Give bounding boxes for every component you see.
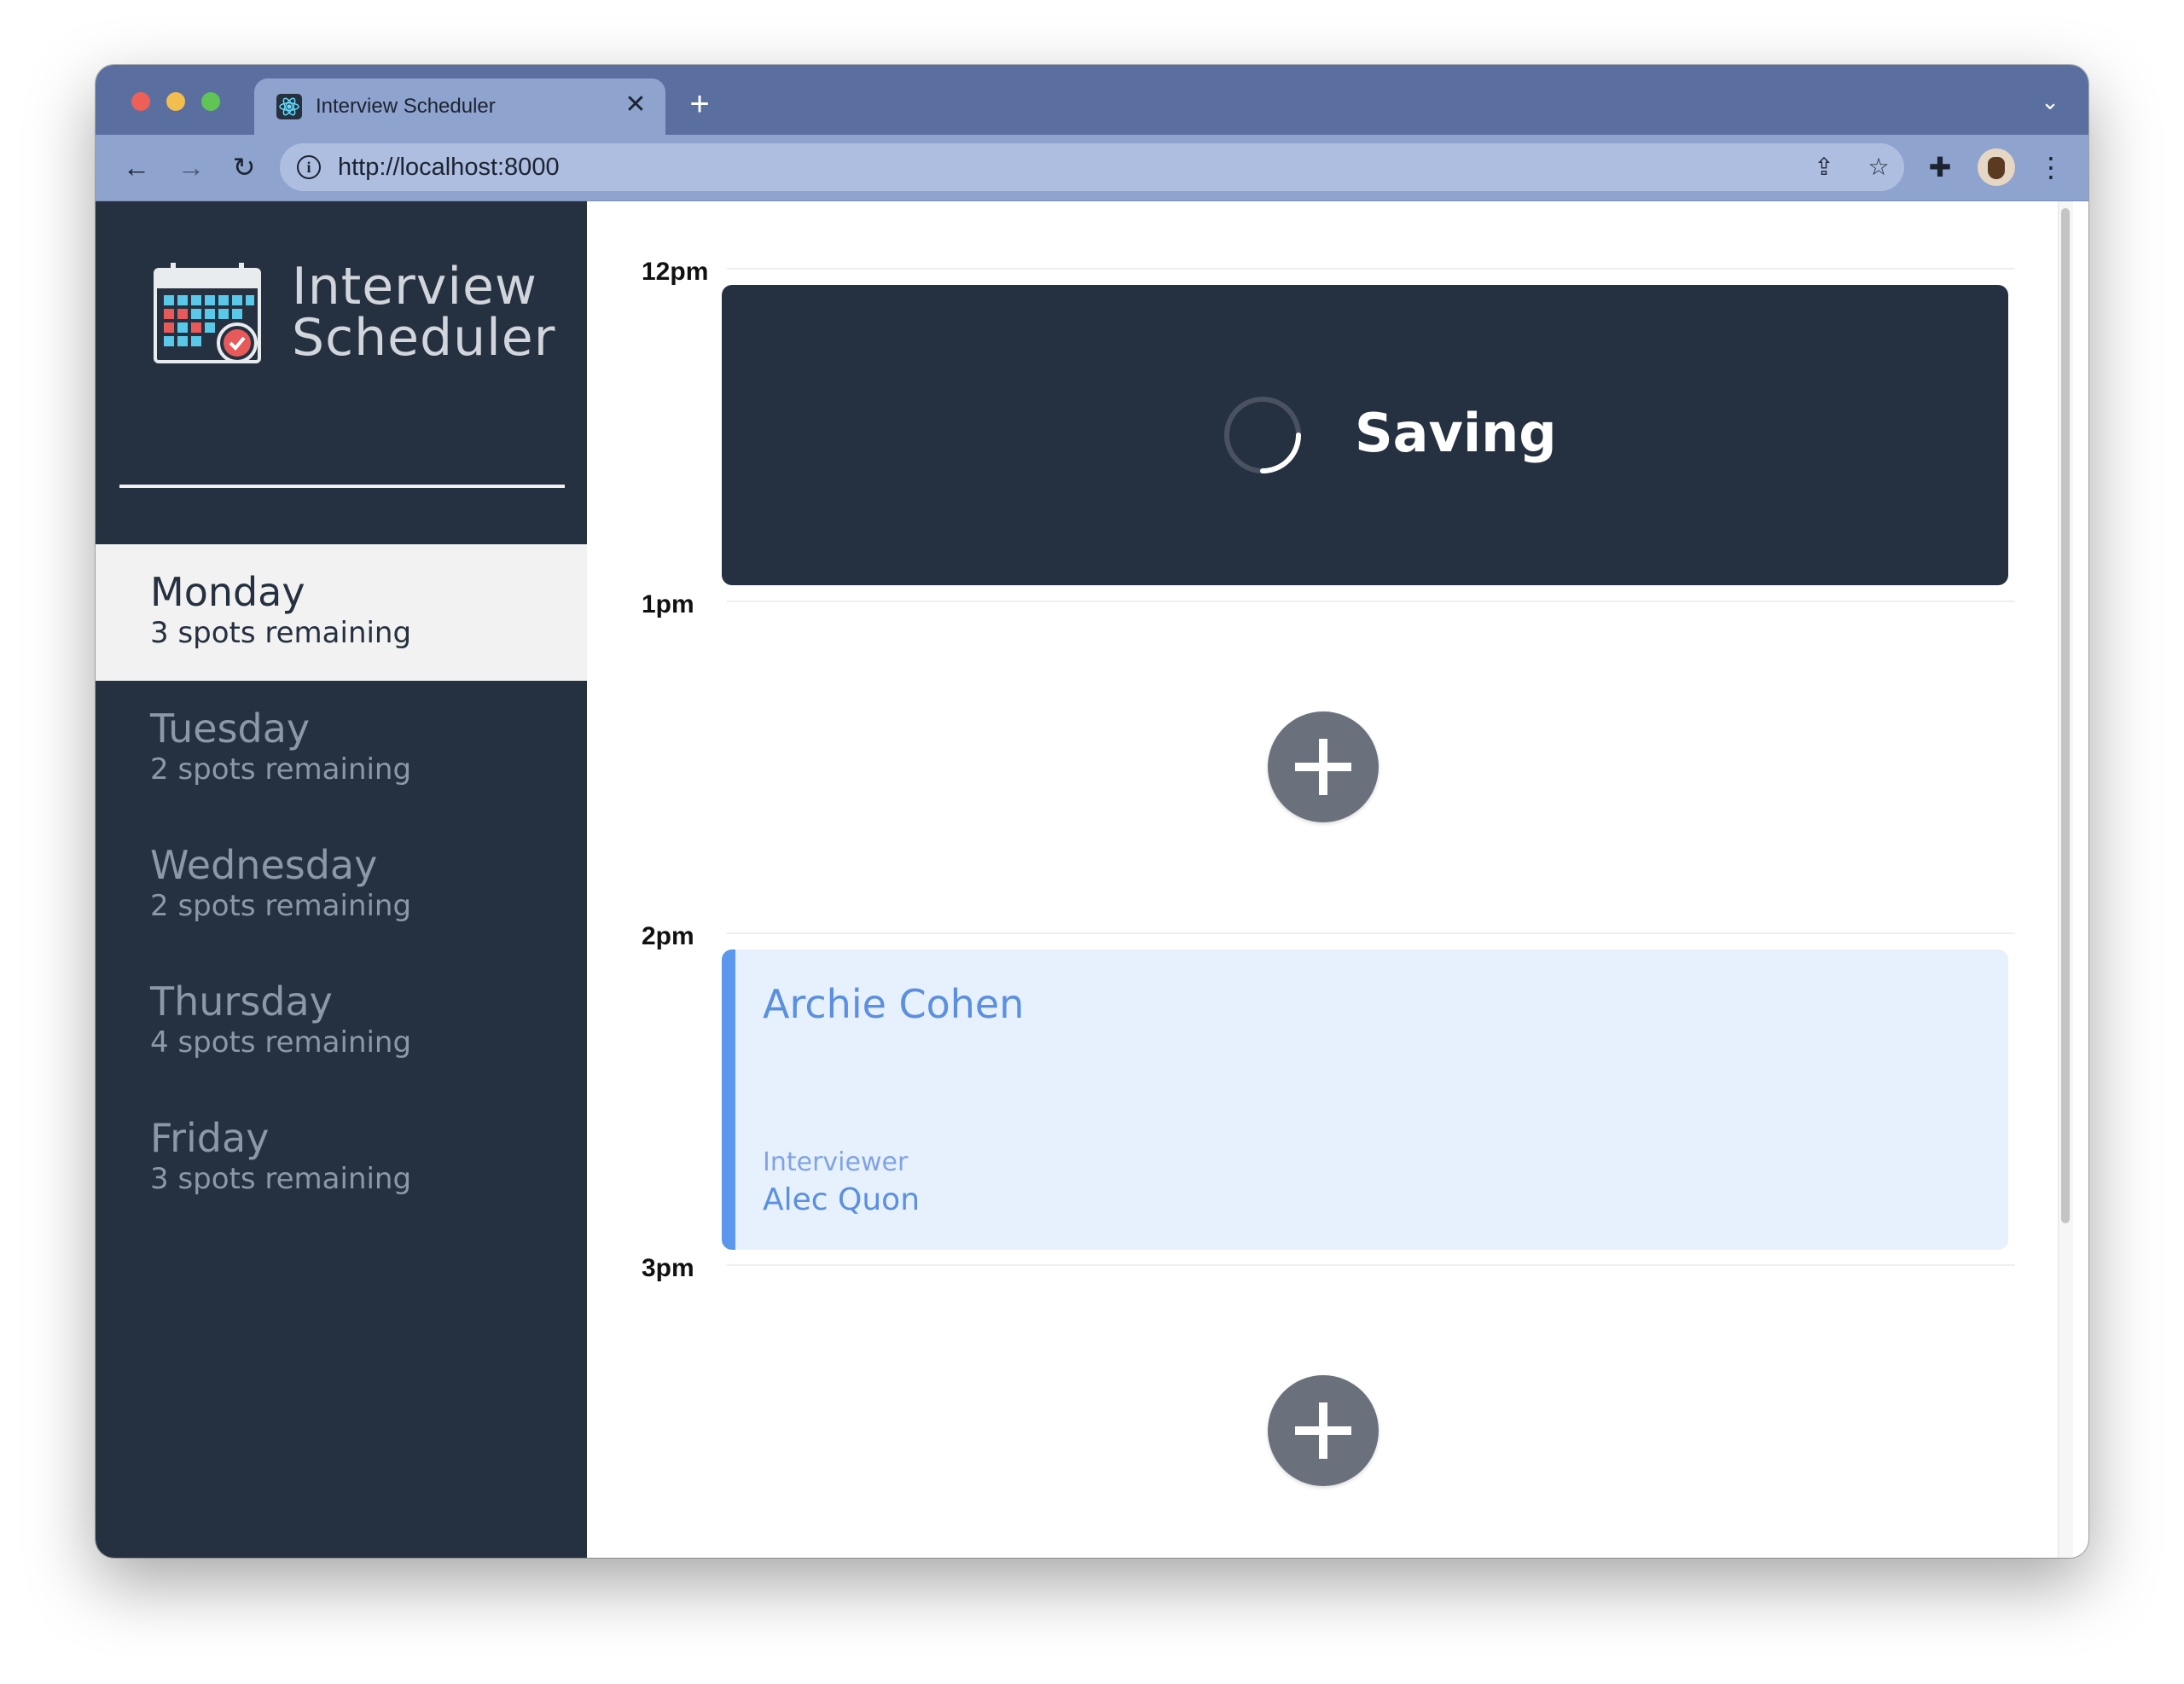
slot-separator	[727, 1264, 2015, 1266]
logo-line-1: Interview	[292, 257, 537, 316]
plus-icon-stroke	[1319, 1402, 1327, 1459]
slot-separator	[727, 601, 2015, 602]
appointment-slot-2pm: 2pm Archie Cohen Interviewer Alec Quon	[587, 922, 2058, 1265]
address-bar[interactable]: i http://localhost:8000 ⇪ ☆	[280, 143, 1904, 191]
minimize-window-button[interactable]	[166, 92, 185, 111]
tab-interview-scheduler[interactable]: Interview Scheduler ✕	[254, 78, 665, 135]
day-item-wednesday[interactable]: Wednesday 2 spots remaining	[96, 817, 587, 954]
zoom-window-button[interactable]	[201, 92, 220, 111]
browser-window: Interview Scheduler ✕ + ⌄ ← → ↻ i http:/…	[96, 65, 2088, 1558]
close-window-button[interactable]	[131, 92, 150, 111]
browser-toolbar: ← → ↻ i http://localhost:8000 ⇪ ☆ ✚ ⋮	[96, 135, 2088, 201]
appointment-slot-1pm: 1pm	[587, 590, 2058, 933]
day-spots: 3 spots remaining	[150, 616, 412, 650]
booked-appointment-card[interactable]: Archie Cohen Interviewer Alec Quon	[722, 949, 2008, 1250]
sidebar-divider	[119, 485, 565, 488]
schedule: 12pm Saving 1pm 2pm Archie Cohen Intervi…	[587, 201, 2073, 1558]
spinner-icon	[1222, 394, 1304, 476]
appointment-accent-bar	[722, 949, 735, 1250]
back-icon[interactable]: ←	[118, 148, 155, 186]
day-spots: 3 spots remaining	[150, 1162, 412, 1196]
slot-time: 12pm	[642, 258, 709, 286]
slot-time: 1pm	[642, 590, 694, 618]
slot-separator	[727, 932, 2015, 934]
day-item-thursday[interactable]: Thursday 4 spots remaining	[96, 954, 587, 1090]
profile-avatar[interactable]	[1978, 148, 2015, 186]
scrollbar-thumb[interactable]	[2061, 208, 2070, 1223]
sidebar: Interview Scheduler Monday 3 spots remai…	[96, 201, 587, 1558]
day-name: Tuesday	[150, 706, 311, 752]
student-name: Archie Cohen	[763, 981, 1025, 1027]
tab-search-chevron-icon[interactable]: ⌄	[2037, 89, 2063, 114]
plus-icon-stroke	[1319, 739, 1327, 795]
day-item-monday[interactable]: Monday 3 spots remaining	[96, 544, 587, 681]
new-tab-button[interactable]: +	[682, 87, 717, 121]
day-item-tuesday[interactable]: Tuesday 2 spots remaining	[96, 681, 587, 817]
day-name: Thursday	[150, 978, 333, 1025]
tab-strip: Interview Scheduler ✕ + ⌄	[96, 65, 2088, 135]
react-favicon-icon	[276, 94, 302, 119]
appointment-slot-12pm: 12pm Saving	[587, 258, 2058, 601]
slot-time: 2pm	[642, 922, 694, 950]
bookmark-star-icon[interactable]: ☆	[1863, 152, 1894, 183]
app-logo-text: Interview Scheduler	[292, 261, 555, 363]
logo-line-2: Scheduler	[292, 308, 556, 368]
url-text[interactable]: http://localhost:8000	[338, 154, 560, 180]
saving-status-card: Saving	[722, 285, 2008, 585]
forward-icon[interactable]: →	[172, 148, 210, 186]
day-name: Friday	[150, 1115, 270, 1161]
day-spots: 4 spots remaining	[150, 1025, 412, 1060]
slot-time: 3pm	[642, 1254, 694, 1282]
app-page: Interview Scheduler Monday 3 spots remai…	[96, 201, 2088, 1558]
day-item-friday[interactable]: Friday 3 spots remaining	[96, 1090, 587, 1227]
extensions-puzzle-icon[interactable]: ✚	[1921, 148, 1959, 186]
reload-icon[interactable]: ↻	[225, 148, 263, 186]
day-list: Monday 3 spots remaining Tuesday 2 spots…	[96, 544, 587, 1227]
tab-title: Interview Scheduler	[316, 95, 496, 118]
scrollbar[interactable]	[2058, 201, 2073, 1558]
add-appointment-button[interactable]	[1268, 711, 1379, 822]
interviewer-name: Alec Quon	[763, 1182, 921, 1217]
interviewer-label: Interviewer	[763, 1147, 909, 1177]
add-appointment-button[interactable]	[1268, 1375, 1379, 1486]
day-spots: 2 spots remaining	[150, 752, 412, 787]
slot-separator	[727, 268, 2015, 270]
day-name: Monday	[150, 569, 305, 615]
day-spots: 2 spots remaining	[150, 889, 412, 923]
close-tab-icon[interactable]: ✕	[621, 90, 650, 119]
appointment-slot-3pm: 3pm	[587, 1254, 2058, 1558]
calendar-check-icon	[152, 261, 263, 367]
share-icon[interactable]: ⇪	[1809, 152, 1839, 183]
browser-menu-icon[interactable]: ⋮	[2032, 148, 2070, 186]
day-name: Wednesday	[150, 842, 378, 888]
site-info-icon[interactable]: i	[297, 155, 321, 179]
saving-text: Saving	[1355, 402, 1557, 464]
